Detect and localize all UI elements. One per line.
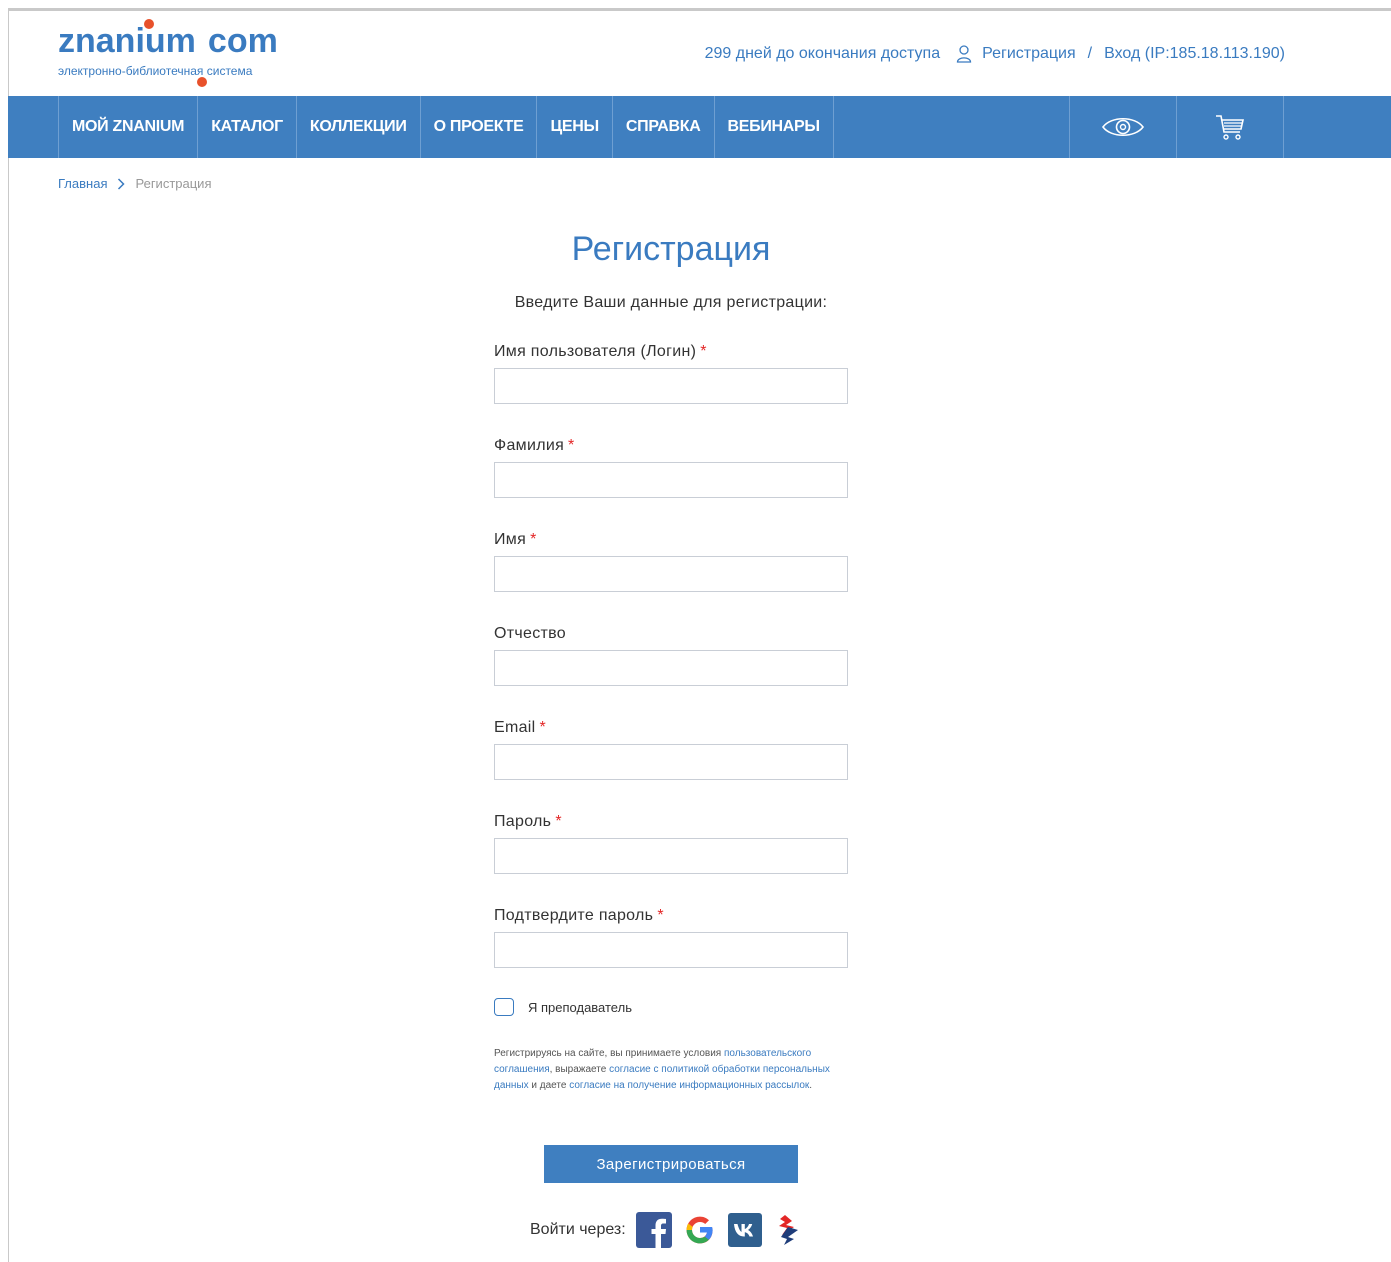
teacher-checkbox-label[interactable]: Я преподаватель (528, 1000, 632, 1015)
field-login: Имя пользователя (Логин) * (494, 343, 848, 404)
accessibility-button[interactable] (1069, 96, 1176, 158)
breadcrumb-current: Регистрация (135, 176, 212, 191)
social-login: Войти через: (530, 1212, 802, 1248)
nav-help[interactable]: Справка (611, 96, 714, 158)
eye-icon (1102, 117, 1144, 137)
vk-icon[interactable] (727, 1213, 762, 1247)
field-patronymic: Отчество (494, 625, 848, 686)
field-login-label: Имя пользователя (Логин) (494, 343, 697, 360)
header-separator: / (1087, 45, 1093, 62)
form-subtitle: Введите Ваши данные для регистрации: (514, 294, 828, 311)
field-email-label: Email (494, 719, 536, 736)
page-title: Регистрация (571, 230, 771, 268)
site-logo[interactable]: znanium com электронно-библиотечная систе… (58, 19, 278, 87)
field-confirm-password: Подтвердите пароль * (494, 907, 848, 968)
newsletter-consent-link[interactable]: согласие на получение информационных рас… (569, 1080, 809, 1091)
password-input[interactable] (494, 838, 848, 874)
breadcrumb-home[interactable]: Главная (58, 176, 107, 191)
logo-i-dot (144, 19, 154, 29)
field-password-label: Пароль (494, 813, 552, 830)
login-link[interactable]: Вход (IP:185.18.113.190) (1104, 45, 1285, 63)
esia-icon[interactable] (772, 1213, 802, 1247)
left-border (8, 8, 9, 1262)
field-password: Пароль * (494, 813, 848, 874)
facebook-icon[interactable] (635, 1212, 672, 1248)
cart-button[interactable] (1176, 96, 1284, 158)
field-name: Имя * (494, 531, 848, 592)
nav-collections[interactable]: Коллекции (295, 96, 420, 158)
header-links: 299 дней до окончания доступа Регистраци… (705, 45, 1285, 63)
nav-about[interactable]: О проекте (419, 96, 537, 158)
breadcrumb: Главная Регистрация (58, 176, 211, 191)
chevron-right-icon (118, 177, 126, 190)
teacher-checkbox[interactable] (494, 998, 514, 1016)
required-mark: * (568, 437, 575, 454)
user-icon (956, 45, 972, 63)
field-name-label: Имя (494, 531, 527, 548)
name-input[interactable] (494, 556, 848, 592)
nav-prices[interactable]: Цены (536, 96, 611, 158)
field-email: Email * (494, 719, 848, 780)
register-button[interactable]: Зарегистрироваться (544, 1145, 798, 1183)
required-mark: * (657, 907, 664, 924)
required-mark: * (530, 531, 537, 548)
nav-my-znanium[interactable]: Мой ZNANIUM (58, 96, 197, 158)
field-patronymic-label: Отчество (494, 625, 566, 642)
nav-catalog[interactable]: Каталог (197, 96, 296, 158)
terms-text: Регистрируясь на сайте, вы принимаете ус… (494, 1048, 830, 1091)
field-surname: Фамилия * (494, 437, 848, 498)
google-icon[interactable] (682, 1212, 718, 1248)
logo-tagline: электронно-библиотечная система (58, 64, 253, 78)
nav-webinars[interactable]: Вебинары (713, 96, 834, 158)
confirm-password-input[interactable] (494, 932, 848, 968)
email-input[interactable] (494, 744, 848, 780)
surname-input[interactable] (494, 462, 848, 498)
patronymic-input[interactable] (494, 650, 848, 686)
cart-icon (1216, 115, 1244, 140)
field-confirm-password-label: Подтвердите пароль (494, 907, 654, 924)
field-surname-label: Фамилия (494, 437, 565, 454)
main-navbar: Мой ZNANIUM Каталог Коллекции О проекте … (8, 96, 1391, 158)
access-days-text: 299 дней до окончания доступа (704, 45, 941, 62)
login-input[interactable] (494, 368, 848, 404)
required-mark: * (555, 813, 562, 830)
required-mark: * (539, 719, 547, 736)
required-mark: * (700, 343, 707, 360)
logo-wordmark: znanium com (58, 19, 278, 87)
top-border (8, 8, 1391, 11)
social-login-label: Войти через: (530, 1221, 626, 1238)
register-link[interactable]: Регистрация (982, 45, 1076, 63)
teacher-checkbox-row[interactable]: Я преподаватель (494, 998, 632, 1016)
